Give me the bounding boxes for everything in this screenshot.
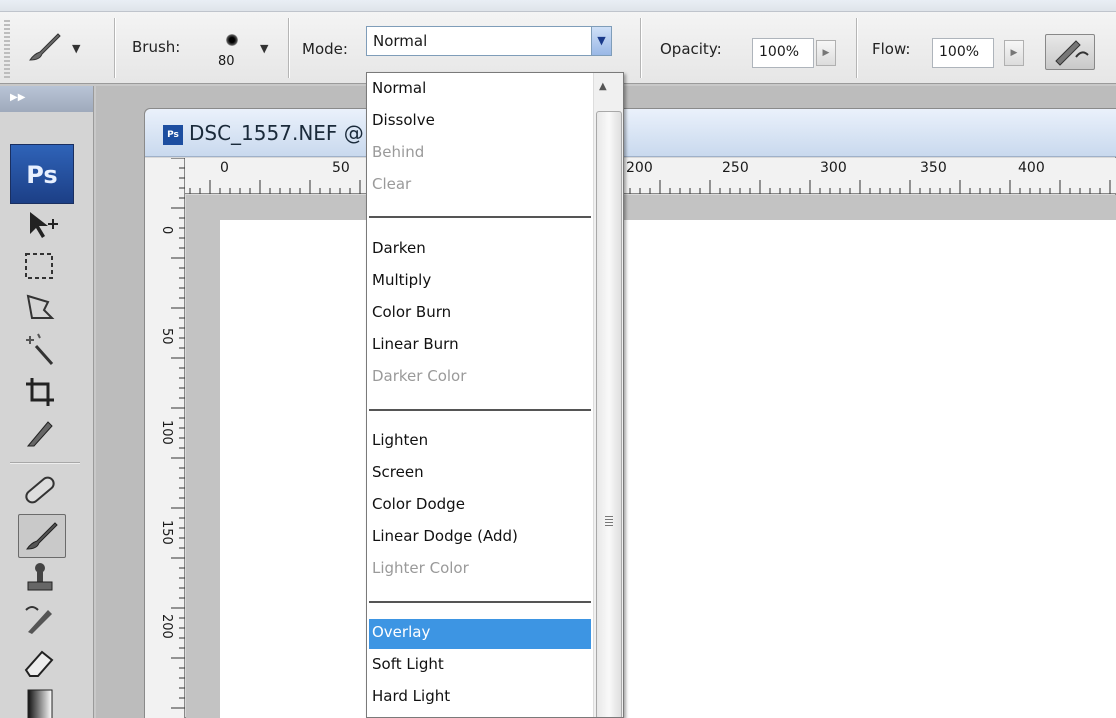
history-brush-icon: [25, 606, 52, 634]
brush-icon: [26, 522, 58, 550]
divider: [114, 18, 115, 78]
divider: [288, 18, 289, 78]
clone-stamp-icon: [27, 563, 53, 591]
brush-size: 80: [218, 54, 235, 69]
clone-stamp-tool[interactable]: [18, 558, 66, 602]
brush-tip-icon: [226, 34, 238, 46]
blend-mode-soft-light[interactable]: Soft Light: [369, 651, 591, 681]
blend-mode-list: Normal Dissolve Behind Clear Darken Mult…: [366, 72, 624, 718]
healing-brush-tool[interactable]: [18, 470, 66, 514]
list-separator: [369, 409, 591, 411]
blend-mode-lighten[interactable]: Lighten: [369, 427, 591, 457]
blend-mode-linear-dodge[interactable]: Linear Dodge (Add): [369, 523, 591, 553]
eraser-icon: [24, 650, 54, 677]
ps-logo[interactable]: Ps: [10, 144, 74, 204]
divider: [640, 18, 641, 78]
blend-mode-color-burn[interactable]: Color Burn: [369, 299, 591, 329]
ruler-label: 200: [626, 160, 653, 176]
blend-mode-dissolve[interactable]: Dissolve: [369, 107, 591, 137]
lasso-icon: [26, 294, 55, 319]
move-icon: [30, 212, 58, 238]
marquee-tool[interactable]: [18, 246, 66, 290]
ruler-label: 50: [159, 328, 174, 345]
ruler-label: 50: [332, 160, 350, 176]
opacity-input[interactable]: 100%: [752, 38, 814, 68]
list-separator: [369, 601, 591, 603]
blend-mode-linear-burn[interactable]: Linear Burn: [369, 331, 591, 361]
options-bar-grip[interactable]: [4, 20, 10, 78]
brush-preset-picker[interactable]: 80: [214, 30, 250, 78]
divider: [856, 18, 857, 78]
blend-mode-screen[interactable]: Screen: [369, 459, 591, 489]
scroll-up-icon[interactable]: ▲: [599, 81, 607, 92]
ruler-label: 100: [159, 420, 174, 445]
horizontal-ruler: 0 50 200 250 300 350 400: [160, 158, 1116, 194]
blend-mode-clear: Clear: [372, 175, 412, 193]
mode-dropdown-button[interactable]: ▼: [591, 27, 611, 55]
marquee-icon: [25, 253, 53, 279]
toolbox: ▶▶ Ps: [0, 86, 94, 718]
healing-brush-icon: [25, 476, 55, 504]
document-title-bar[interactable]: Ps DSC_1557.NEF @: [145, 109, 1116, 157]
brush-label: Brush:: [132, 38, 181, 56]
tool-preset-picker[interactable]: ▼: [24, 26, 104, 70]
history-brush-tool[interactable]: [18, 600, 66, 644]
blend-mode-color-dodge[interactable]: Color Dodge: [369, 491, 591, 521]
opacity-slider-button[interactable]: ▶: [816, 40, 836, 66]
blend-mode-darken[interactable]: Darken: [369, 235, 591, 265]
ruler-label: 300: [820, 160, 847, 176]
mode-label: Mode:: [302, 40, 348, 58]
airbrush-toggle[interactable]: [1045, 34, 1095, 70]
ruler-label: 200: [159, 614, 174, 639]
divider: [10, 462, 80, 463]
ps-file-icon: Ps: [163, 125, 183, 145]
chevron-down-icon[interactable]: ▼: [260, 42, 268, 55]
toolbox-collapse-button[interactable]: ▶▶: [0, 86, 93, 112]
ruler-label: 0: [159, 226, 174, 235]
document-title: DSC_1557.NEF @: [189, 121, 364, 145]
chevron-down-icon: ▼: [597, 34, 606, 47]
list-separator: [369, 216, 591, 218]
menu-strip: [0, 0, 1116, 12]
airbrush-icon: [1046, 40, 1094, 73]
ruler-label: 250: [722, 160, 749, 176]
ruler-label: 0: [220, 160, 229, 176]
mode-value: Normal: [373, 32, 428, 50]
gradient-icon: [27, 689, 53, 718]
eraser-tool[interactable]: [18, 642, 66, 686]
opacity-label: Opacity:: [660, 40, 722, 58]
flow-label: Flow:: [872, 40, 911, 58]
move-tool[interactable]: [18, 204, 66, 248]
blend-mode-behind: Behind: [372, 143, 425, 161]
blend-mode-overlay[interactable]: Overlay: [369, 619, 591, 649]
scroll-grip-icon: [605, 516, 613, 528]
blend-mode-hard-light[interactable]: Hard Light: [369, 683, 591, 713]
blend-mode-darker-color: Darker Color: [372, 367, 467, 385]
ruler-label: 350: [920, 160, 947, 176]
gradient-tool[interactable]: [18, 684, 66, 718]
blend-mode-multiply[interactable]: Multiply: [369, 267, 591, 297]
magic-wand-tool[interactable]: [18, 330, 66, 374]
slice-tool[interactable]: [18, 414, 66, 458]
chevron-down-icon[interactable]: ▼: [72, 42, 80, 55]
blend-mode-normal[interactable]: Normal: [369, 75, 591, 105]
mode-select[interactable]: Normal: [366, 26, 612, 56]
lasso-tool[interactable]: [18, 288, 66, 332]
crop-icon: [26, 378, 54, 406]
flow-slider-button[interactable]: ▶: [1004, 40, 1024, 66]
image-canvas[interactable]: [220, 220, 1116, 718]
ruler-label: 150: [159, 520, 174, 545]
magic-wand-icon: [26, 333, 54, 365]
scroll-thumb[interactable]: [596, 111, 622, 717]
brush-tool[interactable]: [18, 514, 66, 558]
vertical-ruler: 0 50 100 150 200: [145, 158, 185, 718]
blend-mode-lighter-color: Lighter Color: [372, 559, 469, 577]
slice-icon: [26, 421, 53, 447]
crop-tool[interactable]: [18, 372, 66, 416]
ruler-label: 400: [1018, 160, 1045, 176]
flow-input[interactable]: 100%: [932, 38, 994, 68]
brush-tool-icon: [24, 28, 64, 68]
